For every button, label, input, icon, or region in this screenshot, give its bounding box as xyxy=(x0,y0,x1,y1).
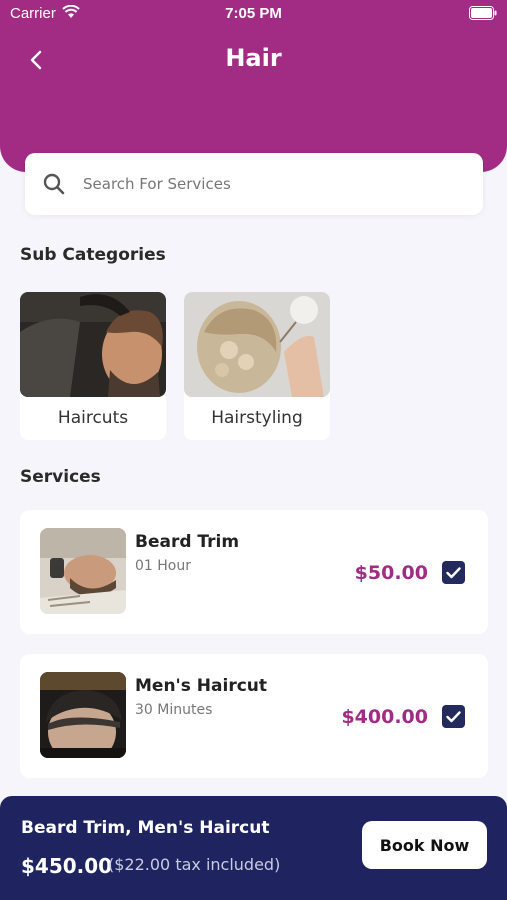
mens-haircut-image xyxy=(40,672,126,758)
status-time: 7:05 PM xyxy=(225,5,282,22)
subcategory-label: Haircuts xyxy=(57,408,129,428)
service-price: $50.00 xyxy=(354,562,428,584)
header-bar: Carrier 7:05 PM Hair xyxy=(0,0,507,172)
service-card-mens-haircut[interactable]: Men's Haircut 30 Minutes $400.00 xyxy=(20,654,488,778)
status-bar: Carrier 7:05 PM xyxy=(0,0,507,28)
subcategory-card-haircuts[interactable]: Haircuts xyxy=(20,292,166,440)
search-icon xyxy=(43,173,65,195)
sub-categories-title: Sub Categories xyxy=(20,245,166,265)
hairstyling-image xyxy=(184,292,330,397)
booking-summary-bar: Beard Trim, Men's Haircut $450.00 ($22.0… xyxy=(0,796,507,900)
search-bar[interactable] xyxy=(25,153,483,215)
checkmark-icon xyxy=(446,710,461,722)
book-now-button[interactable]: Book Now xyxy=(362,821,487,869)
service-name: Men's Haircut xyxy=(135,676,268,696)
service-checkbox[interactable] xyxy=(442,561,465,584)
selected-services: Beard Trim, Men's Haircut xyxy=(21,818,270,838)
search-input[interactable] xyxy=(83,165,463,203)
page-title: Hair xyxy=(225,44,282,72)
service-duration: 30 Minutes xyxy=(135,702,213,718)
battery-icon xyxy=(469,6,497,20)
services-title: Services xyxy=(20,467,101,487)
total-price: $450.00 xyxy=(21,854,113,878)
service-name: Beard Trim xyxy=(135,532,240,552)
service-checkbox[interactable] xyxy=(442,705,465,728)
service-card-beard-trim[interactable]: Beard Trim 01 Hour $50.00 xyxy=(20,510,488,634)
subcategory-label: Hairstyling xyxy=(211,408,303,428)
subcategory-card-hairstyling[interactable]: Hairstyling xyxy=(184,292,330,440)
haircuts-image xyxy=(20,292,166,397)
service-price: $400.00 xyxy=(341,706,428,728)
checkmark-icon xyxy=(446,566,461,578)
beard-trim-image xyxy=(40,528,126,614)
service-duration: 01 Hour xyxy=(135,558,191,574)
tax-note: ($22.00 tax included) xyxy=(108,855,281,874)
